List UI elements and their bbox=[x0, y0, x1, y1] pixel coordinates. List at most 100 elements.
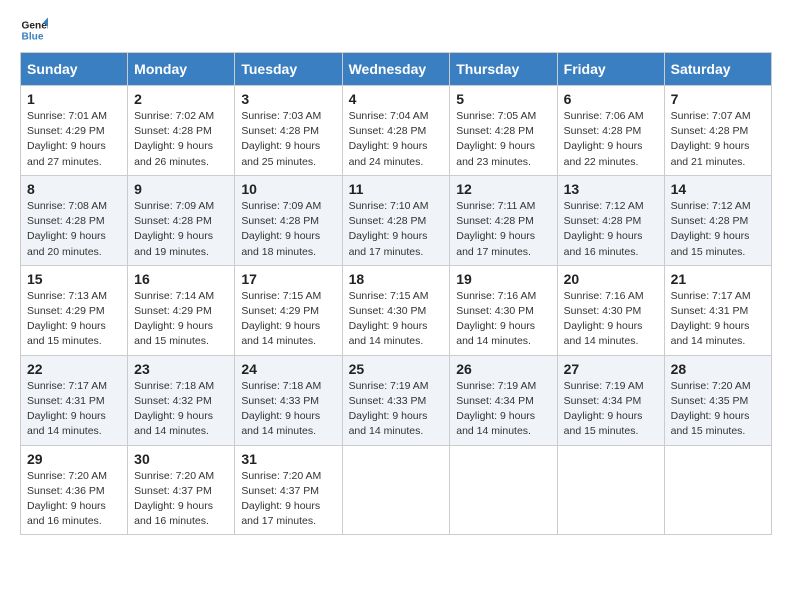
day-info: Sunrise: 7:11 AMSunset: 4:28 PMDaylight:… bbox=[456, 199, 550, 260]
weekday-header: Sunday bbox=[21, 53, 128, 86]
day-info: Sunrise: 7:06 AMSunset: 4:28 PMDaylight:… bbox=[564, 109, 658, 170]
weekday-header: Wednesday bbox=[342, 53, 450, 86]
day-info: Sunrise: 7:20 AMSunset: 4:36 PMDaylight:… bbox=[27, 469, 121, 530]
calendar-day-cell: 22 Sunrise: 7:17 AMSunset: 4:31 PMDayligh… bbox=[21, 355, 128, 445]
day-number: 26 bbox=[456, 361, 550, 377]
calendar-day-cell: 4 Sunrise: 7:04 AMSunset: 4:28 PMDaylight… bbox=[342, 86, 450, 176]
calendar-day-cell: 2 Sunrise: 7:02 AMSunset: 4:28 PMDaylight… bbox=[128, 86, 235, 176]
day-number: 5 bbox=[456, 91, 550, 107]
day-info: Sunrise: 7:12 AMSunset: 4:28 PMDaylight:… bbox=[671, 199, 765, 260]
day-info: Sunrise: 7:10 AMSunset: 4:28 PMDaylight:… bbox=[349, 199, 444, 260]
calendar-day-cell: 20 Sunrise: 7:16 AMSunset: 4:30 PMDayligh… bbox=[557, 265, 664, 355]
calendar-day-cell bbox=[450, 445, 557, 535]
day-info: Sunrise: 7:16 AMSunset: 4:30 PMDaylight:… bbox=[456, 289, 550, 350]
day-info: Sunrise: 7:19 AMSunset: 4:34 PMDaylight:… bbox=[564, 379, 658, 440]
calendar-day-cell: 26Sunrise: 7:19 AMSunset: 4:34 PMDayligh… bbox=[450, 355, 557, 445]
calendar-table: SundayMondayTuesdayWednesdayThursdayFrid… bbox=[20, 52, 772, 535]
day-number: 19 bbox=[456, 271, 550, 287]
weekday-header: Thursday bbox=[450, 53, 557, 86]
svg-text:Blue: Blue bbox=[22, 31, 44, 42]
calendar-week-row: 29 Sunrise: 7:20 AMSunset: 4:36 PMDayligh… bbox=[21, 445, 772, 535]
day-info: Sunrise: 7:09 AMSunset: 4:28 PMDaylight:… bbox=[241, 199, 335, 260]
day-info: Sunrise: 7:08 AMSunset: 4:28 PMDaylight:… bbox=[27, 199, 121, 260]
page-header: General Blue bbox=[20, 16, 772, 44]
calendar-day-cell: 23 Sunrise: 7:18 AMSunset: 4:32 PMDayligh… bbox=[128, 355, 235, 445]
calendar-week-row: 15 Sunrise: 7:13 AMSunset: 4:29 PMDayligh… bbox=[21, 265, 772, 355]
day-info: Sunrise: 7:13 AMSunset: 4:29 PMDaylight:… bbox=[27, 289, 121, 350]
calendar-day-cell: 13 Sunrise: 7:12 AMSunset: 4:28 PMDayligh… bbox=[557, 175, 664, 265]
calendar-day-cell: 19 Sunrise: 7:16 AMSunset: 4:30 PMDayligh… bbox=[450, 265, 557, 355]
day-info: Sunrise: 7:16 AMSunset: 4:30 PMDaylight:… bbox=[564, 289, 658, 350]
day-number: 29 bbox=[27, 451, 121, 467]
calendar-week-row: 1 Sunrise: 7:01 AMSunset: 4:29 PMDaylight… bbox=[21, 86, 772, 176]
day-number: 1 bbox=[27, 91, 121, 107]
calendar-day-cell: 29 Sunrise: 7:20 AMSunset: 4:36 PMDayligh… bbox=[21, 445, 128, 535]
day-number: 18 bbox=[349, 271, 444, 287]
calendar-day-cell: 17Sunrise: 7:15 AMSunset: 4:29 PMDayligh… bbox=[235, 265, 342, 355]
day-number: 25 bbox=[349, 361, 444, 377]
calendar-day-cell: 25 Sunrise: 7:19 AMSunset: 4:33 PMDayligh… bbox=[342, 355, 450, 445]
calendar-day-cell: 11Sunrise: 7:10 AMSunset: 4:28 PMDayligh… bbox=[342, 175, 450, 265]
day-number: 15 bbox=[27, 271, 121, 287]
calendar-day-cell: 3 Sunrise: 7:03 AMSunset: 4:28 PMDaylight… bbox=[235, 86, 342, 176]
day-info: Sunrise: 7:20 AMSunset: 4:35 PMDaylight:… bbox=[671, 379, 765, 440]
calendar-day-cell bbox=[557, 445, 664, 535]
day-info: Sunrise: 7:05 AMSunset: 4:28 PMDaylight:… bbox=[456, 109, 550, 170]
day-info: Sunrise: 7:01 AMSunset: 4:29 PMDaylight:… bbox=[27, 109, 121, 170]
calendar-day-cell: 31Sunrise: 7:20 AMSunset: 4:37 PMDayligh… bbox=[235, 445, 342, 535]
calendar-day-cell: 5 Sunrise: 7:05 AMSunset: 4:28 PMDaylight… bbox=[450, 86, 557, 176]
weekday-header: Friday bbox=[557, 53, 664, 86]
day-info: Sunrise: 7:20 AMSunset: 4:37 PMDaylight:… bbox=[241, 469, 335, 530]
day-number: 21 bbox=[671, 271, 765, 287]
weekday-header: Tuesday bbox=[235, 53, 342, 86]
day-info: Sunrise: 7:02 AMSunset: 4:28 PMDaylight:… bbox=[134, 109, 228, 170]
day-number: 24 bbox=[241, 361, 335, 377]
calendar-day-cell bbox=[664, 445, 771, 535]
day-info: Sunrise: 7:03 AMSunset: 4:28 PMDaylight:… bbox=[241, 109, 335, 170]
weekday-header: Saturday bbox=[664, 53, 771, 86]
calendar-day-cell bbox=[342, 445, 450, 535]
calendar-day-cell: 28 Sunrise: 7:20 AMSunset: 4:35 PMDayligh… bbox=[664, 355, 771, 445]
calendar-day-cell: 10 Sunrise: 7:09 AMSunset: 4:28 PMDayligh… bbox=[235, 175, 342, 265]
day-number: 23 bbox=[134, 361, 228, 377]
day-number: 9 bbox=[134, 181, 228, 197]
calendar-day-cell: 16Sunrise: 7:14 AMSunset: 4:29 PMDayligh… bbox=[128, 265, 235, 355]
logo-icon: General Blue bbox=[20, 16, 48, 44]
day-number: 20 bbox=[564, 271, 658, 287]
calendar-day-cell: 15 Sunrise: 7:13 AMSunset: 4:29 PMDayligh… bbox=[21, 265, 128, 355]
calendar-day-cell: 27Sunrise: 7:19 AMSunset: 4:34 PMDayligh… bbox=[557, 355, 664, 445]
day-number: 7 bbox=[671, 91, 765, 107]
day-number: 2 bbox=[134, 91, 228, 107]
day-number: 3 bbox=[241, 91, 335, 107]
calendar-day-cell: 9Sunrise: 7:09 AMSunset: 4:28 PMDaylight… bbox=[128, 175, 235, 265]
day-info: Sunrise: 7:15 AMSunset: 4:30 PMDaylight:… bbox=[349, 289, 444, 350]
day-number: 4 bbox=[349, 91, 444, 107]
day-number: 13 bbox=[564, 181, 658, 197]
weekday-header: Monday bbox=[128, 53, 235, 86]
day-number: 10 bbox=[241, 181, 335, 197]
calendar-week-row: 22 Sunrise: 7:17 AMSunset: 4:31 PMDayligh… bbox=[21, 355, 772, 445]
day-info: Sunrise: 7:19 AMSunset: 4:33 PMDaylight:… bbox=[349, 379, 444, 440]
day-number: 14 bbox=[671, 181, 765, 197]
day-info: Sunrise: 7:17 AMSunset: 4:31 PMDaylight:… bbox=[671, 289, 765, 350]
calendar-header-row: SundayMondayTuesdayWednesdayThursdayFrid… bbox=[21, 53, 772, 86]
day-info: Sunrise: 7:14 AMSunset: 4:29 PMDaylight:… bbox=[134, 289, 228, 350]
day-number: 28 bbox=[671, 361, 765, 377]
day-number: 12 bbox=[456, 181, 550, 197]
calendar-day-cell: 6Sunrise: 7:06 AMSunset: 4:28 PMDaylight… bbox=[557, 86, 664, 176]
calendar-day-cell: 18 Sunrise: 7:15 AMSunset: 4:30 PMDayligh… bbox=[342, 265, 450, 355]
day-number: 22 bbox=[27, 361, 121, 377]
day-number: 8 bbox=[27, 181, 121, 197]
day-number: 17 bbox=[241, 271, 335, 287]
calendar-day-cell: 21 Sunrise: 7:17 AMSunset: 4:31 PMDayligh… bbox=[664, 265, 771, 355]
day-info: Sunrise: 7:17 AMSunset: 4:31 PMDaylight:… bbox=[27, 379, 121, 440]
calendar-day-cell: 14 Sunrise: 7:12 AMSunset: 4:28 PMDayligh… bbox=[664, 175, 771, 265]
day-info: Sunrise: 7:04 AMSunset: 4:28 PMDaylight:… bbox=[349, 109, 444, 170]
calendar-day-cell: 12 Sunrise: 7:11 AMSunset: 4:28 PMDayligh… bbox=[450, 175, 557, 265]
calendar-day-cell: 1 Sunrise: 7:01 AMSunset: 4:29 PMDaylight… bbox=[21, 86, 128, 176]
logo: General Blue bbox=[20, 16, 48, 44]
day-info: Sunrise: 7:12 AMSunset: 4:28 PMDaylight:… bbox=[564, 199, 658, 260]
day-info: Sunrise: 7:07 AMSunset: 4:28 PMDaylight:… bbox=[671, 109, 765, 170]
day-info: Sunrise: 7:18 AMSunset: 4:32 PMDaylight:… bbox=[134, 379, 228, 440]
calendar-day-cell: 8 Sunrise: 7:08 AMSunset: 4:28 PMDaylight… bbox=[21, 175, 128, 265]
